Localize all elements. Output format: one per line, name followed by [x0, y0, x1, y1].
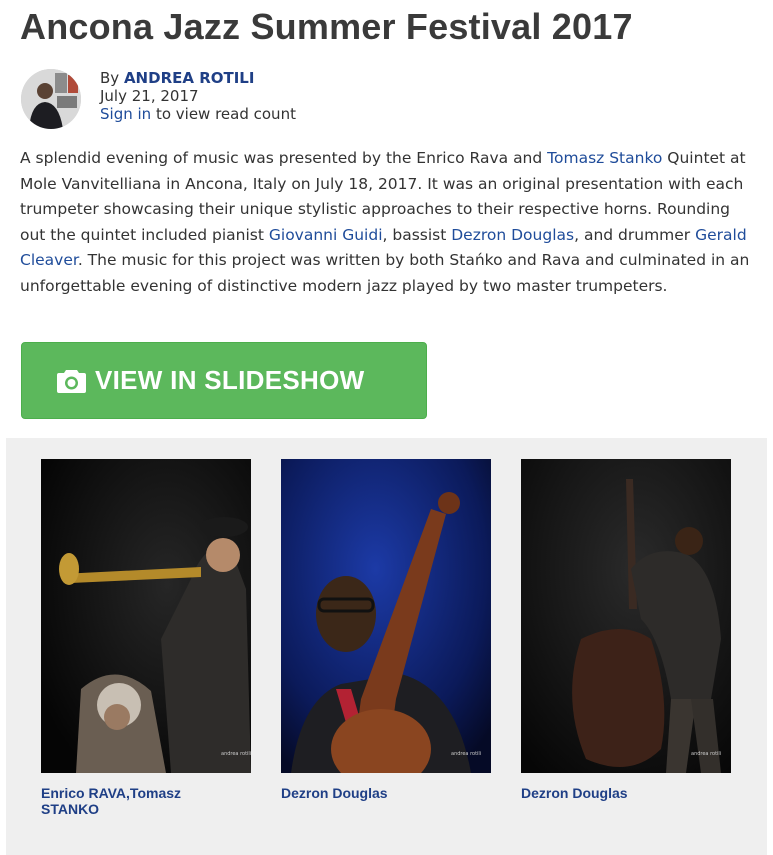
artist-link-tomasz-stanko[interactable]: Tomasz Stanko — [547, 149, 662, 167]
read-count-note: to view read count — [155, 105, 296, 123]
photo-watermark: andrea rotili — [221, 751, 251, 757]
author-link[interactable]: ANDREA ROTILI — [124, 69, 255, 87]
gallery-caption[interactable]: Dezron Douglas — [281, 785, 471, 801]
author-avatar[interactable] — [21, 69, 81, 129]
camera-icon — [57, 370, 86, 393]
photo-watermark: andrea rotili — [451, 751, 481, 757]
photo-thumbnail: andrea rotili — [521, 459, 731, 773]
gallery-item[interactable]: andrea rotili Enrico RAVA,Tomasz STANKO — [41, 459, 251, 817]
photo-thumbnail: andrea rotili — [281, 459, 491, 773]
artist-link-dezron-douglas[interactable]: Dezron Douglas — [451, 226, 574, 244]
view-slideshow-button[interactable]: VIEW IN SLIDESHOW — [21, 342, 427, 419]
gallery-item[interactable]: andrea rotili Dezron Douglas — [521, 459, 731, 801]
body-text: , and drummer — [574, 225, 696, 244]
photo-thumbnail: andrea rotili — [41, 459, 251, 773]
sign-in-link[interactable]: Sign in — [100, 105, 151, 123]
body-text: . The music for this project was written… — [20, 251, 750, 295]
avatar-photo — [21, 69, 81, 129]
photo-gallery: andrea rotili Enrico RAVA,Tomasz STANKO … — [6, 438, 767, 855]
publish-date: July 21, 2017 — [100, 87, 199, 105]
gallery-caption[interactable]: Dezron Douglas — [521, 785, 711, 801]
article-body: A splendid evening of music was presente… — [20, 146, 750, 299]
body-text: , bassist — [382, 225, 452, 244]
gallery-caption[interactable]: Enrico RAVA,Tomasz STANKO — [41, 785, 231, 817]
by-label: By — [100, 69, 120, 87]
body-text: A splendid evening of music was presente… — [20, 149, 548, 167]
gallery-item[interactable]: andrea rotili Dezron Douglas — [281, 459, 491, 801]
view-slideshow-label: VIEW IN SLIDESHOW — [95, 365, 365, 395]
article-title: Ancona Jazz Summer Festival 2017 — [20, 6, 633, 47]
byline: By ANDREA ROTILI July 21, 2017 Sign in t… — [100, 69, 296, 123]
photo-watermark: andrea rotili — [691, 751, 721, 757]
artist-link-giovanni-guidi[interactable]: Giovanni Guidi — [269, 226, 383, 244]
